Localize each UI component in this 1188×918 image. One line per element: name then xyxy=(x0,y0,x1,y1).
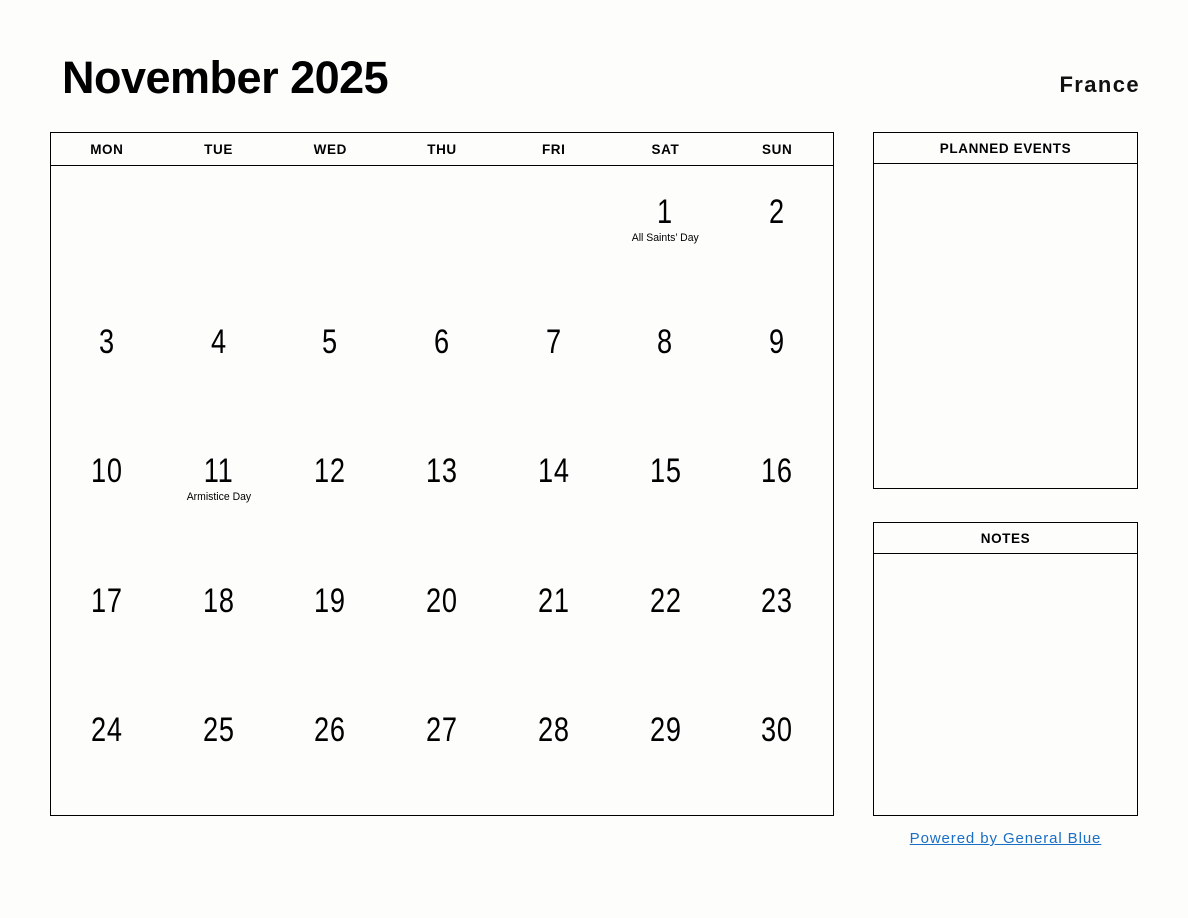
calendar-day-cell-empty xyxy=(386,166,498,296)
day-number: 28 xyxy=(537,711,570,750)
calendar-day-cell[interactable]: 29 xyxy=(610,684,722,814)
weekday-header-sat: SAT xyxy=(651,141,680,157)
planned-events-title: PLANNED EVENTS xyxy=(874,133,1137,164)
day-number: 30 xyxy=(761,711,794,750)
day-number: 12 xyxy=(314,452,347,491)
day-number: 4 xyxy=(210,322,227,361)
day-event-label: All Saints’ Day xyxy=(631,232,699,244)
calendar-day-cell[interactable]: 18 xyxy=(163,555,275,685)
day-number: 7 xyxy=(545,322,562,361)
day-number: 3 xyxy=(98,322,115,361)
calendar-week-row: 10 11 Armistice Day 12 13 14 15 16 xyxy=(51,425,833,555)
calendar-day-cell[interactable]: 7 xyxy=(498,296,610,426)
day-number: 20 xyxy=(426,581,458,620)
day-number: 2 xyxy=(769,193,786,231)
day-number: 17 xyxy=(90,581,123,620)
notes-panel: NOTES xyxy=(873,522,1138,816)
calendar-day-cell[interactable]: 27 xyxy=(386,684,498,814)
calendar-page: November 2025 France MON TUE WED THU FRI SAT S… xyxy=(0,0,1188,918)
calendar-day-cell[interactable]: 5 xyxy=(274,296,386,426)
day-number: 25 xyxy=(202,711,235,750)
calendar-day-cell[interactable]: 14 xyxy=(498,425,610,555)
calendar-day-cell[interactable]: 3 xyxy=(51,296,163,426)
day-event-label: Armistice Day xyxy=(186,491,251,504)
day-number: 23 xyxy=(761,581,794,620)
calendar-day-cell[interactable]: 4 xyxy=(163,296,275,426)
calendar-day-cell[interactable]: 30 xyxy=(721,684,833,814)
calendar-week-row: 1 All Saints’ Day 2 xyxy=(51,166,833,296)
calendar-day-cell[interactable]: 25 xyxy=(163,684,275,814)
notes-body[interactable] xyxy=(874,554,1137,815)
calendar-week-row: 24 25 26 27 28 29 30 xyxy=(51,684,833,814)
calendar-day-cell[interactable]: 6 xyxy=(386,296,498,426)
page-title: November 2025 xyxy=(62,52,389,103)
calendar-day-cell[interactable]: 17 xyxy=(51,555,163,685)
day-number: 24 xyxy=(90,711,123,750)
calendar-day-cell[interactable]: 19 xyxy=(274,555,386,685)
day-number: 29 xyxy=(649,711,682,750)
calendar-day-cell[interactable]: 15 xyxy=(610,425,722,555)
calendar-day-cell[interactable]: 1 All Saints’ Day xyxy=(610,166,722,296)
day-number: 10 xyxy=(90,452,123,491)
calendar-day-cell[interactable]: 20 xyxy=(386,555,498,685)
country-label: France xyxy=(1059,72,1140,97)
calendar-day-cell[interactable]: 10 xyxy=(51,425,163,555)
calendar-day-cell[interactable]: 2 xyxy=(721,166,833,296)
day-number: 14 xyxy=(537,452,570,491)
calendar-grid: MON TUE WED THU FRI SAT SUN 1 All Saints’ Day 2 3… xyxy=(50,132,834,816)
calendar-week-row: 17 18 19 20 21 22 23 xyxy=(51,555,833,685)
day-number: 8 xyxy=(657,322,674,361)
calendar-week-row: 3 4 5 6 7 8 9 xyxy=(51,296,833,426)
day-number: 5 xyxy=(322,322,339,361)
day-number: 26 xyxy=(314,711,347,750)
calendar-day-cell[interactable]: 21 xyxy=(498,555,610,685)
notes-title: NOTES xyxy=(874,523,1137,554)
planned-events-body[interactable] xyxy=(874,164,1137,488)
weekday-header-wed: WED xyxy=(313,141,347,157)
day-number: 22 xyxy=(649,581,682,620)
weekday-header-mon: MON xyxy=(90,141,124,157)
calendar-day-cell[interactable]: 26 xyxy=(274,684,386,814)
day-number: 19 xyxy=(314,581,347,620)
calendar-day-cell-empty xyxy=(163,166,275,296)
weekday-header-fri: FRI xyxy=(541,141,566,157)
planned-events-panel: PLANNED EVENTS xyxy=(873,132,1138,489)
calendar-weeks: 1 All Saints’ Day 2 3 4 5 6 7 8 9 10 11 Armistice Da… xyxy=(51,166,833,814)
calendar-day-cell[interactable]: 11 Armistice Day xyxy=(163,425,275,555)
calendar-day-cell[interactable]: 24 xyxy=(51,684,163,814)
calendar-day-cell[interactable]: 9 xyxy=(721,296,833,426)
calendar-day-cell[interactable]: 22 xyxy=(610,555,722,685)
day-number: 21 xyxy=(537,581,570,620)
weekday-header-thu: THU xyxy=(427,141,457,157)
calendar-day-cell[interactable]: 12 xyxy=(274,425,386,555)
weekday-header-tue: TUE xyxy=(204,141,233,157)
day-number: 16 xyxy=(761,452,794,491)
calendar-day-cell[interactable]: 23 xyxy=(721,555,833,685)
calendar-day-cell[interactable]: 16 xyxy=(721,425,833,555)
calendar-day-cell[interactable]: 13 xyxy=(386,425,498,555)
day-number: 6 xyxy=(434,322,450,361)
day-number: 18 xyxy=(202,581,235,620)
calendar-day-cell[interactable]: 28 xyxy=(498,684,610,814)
day-number: 27 xyxy=(426,711,458,750)
day-number: 1 xyxy=(657,193,674,231)
day-number: 13 xyxy=(426,452,458,491)
day-number: 9 xyxy=(769,322,786,361)
day-number: 15 xyxy=(649,452,682,491)
weekday-header-sun: SUN xyxy=(762,141,793,157)
calendar-day-cell-empty xyxy=(498,166,610,296)
day-number: 11 xyxy=(203,452,234,491)
calendar-day-cell-empty xyxy=(274,166,386,296)
powered-by-link[interactable]: Powered by General Blue xyxy=(873,830,1138,847)
calendar-day-cell[interactable]: 8 xyxy=(610,296,722,426)
page-header: November 2025 France xyxy=(50,52,1140,112)
calendar-day-cell-empty xyxy=(51,166,163,296)
weekday-header-row: MON TUE WED THU FRI SAT SUN xyxy=(51,133,833,166)
